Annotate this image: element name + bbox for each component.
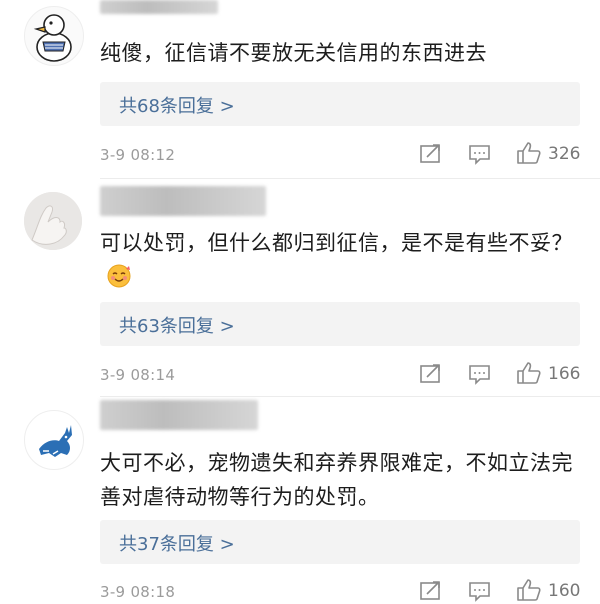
comment-icon <box>469 145 490 165</box>
like-button[interactable] <box>516 361 542 385</box>
like-button[interactable] <box>516 578 542 602</box>
replies-label: 共37条回复 > <box>119 534 235 555</box>
comment-1: 纯傻，征信请不要放无关信用的东西进去 共68条回复 > 3-9 08:12 32… <box>0 0 600 180</box>
comment-2: 可以处罚，但什么都归到征信，是不是有些不妥？ 共63条回复 > 3-9 08:1… <box>0 178 600 398</box>
avatar[interactable] <box>24 6 84 66</box>
hand-avatar-icon <box>24 192 82 250</box>
username-blurred[interactable] <box>100 0 218 14</box>
comment-button[interactable] <box>468 580 492 602</box>
replies-label: 共68条回复 > <box>119 96 235 117</box>
timestamp: 3-9 08:14 <box>100 366 176 384</box>
comment-text: 可以处罚，但什么都归到征信，是不是有些不妥？ <box>100 226 580 294</box>
like-count: 166 <box>548 364 581 384</box>
thumbs-up-icon <box>517 579 541 601</box>
repost-icon <box>420 144 440 163</box>
avatar[interactable] <box>24 410 84 470</box>
thumbs-up-icon <box>517 362 541 384</box>
repost-button[interactable] <box>419 580 443 602</box>
replies-link[interactable]: 共68条回复 > <box>100 82 580 126</box>
replies-link[interactable]: 共37条回复 > <box>100 520 580 564</box>
like-count: 160 <box>548 581 581 601</box>
like-button[interactable] <box>516 141 542 165</box>
replies-link[interactable]: 共63条回复 > <box>100 302 580 346</box>
goose-avatar-icon <box>33 14 72 62</box>
username-blurred[interactable] <box>100 186 266 216</box>
avatar[interactable] <box>24 192 82 250</box>
timestamp: 3-9 08:12 <box>100 146 176 164</box>
repost-icon <box>420 364 440 383</box>
like-count: 326 <box>548 144 581 164</box>
repost-button[interactable] <box>419 363 443 385</box>
replies-label: 共63条回复 > <box>119 316 235 337</box>
comment-button[interactable] <box>468 143 492 165</box>
comment-text: 大可不必，宠物遗失和弃养界限难定，不如立法完善对虐待动物等行为的处罚。 <box>100 451 573 509</box>
deer-avatar-icon <box>26 412 82 468</box>
comment-text: 纯傻，征信请不要放无关信用的东西进去 <box>100 41 487 65</box>
timestamp: 3-9 08:18 <box>100 583 176 601</box>
comment-button[interactable] <box>468 363 492 385</box>
comment-3: 大可不必，宠物遗失和弃养界限难定，不如立法完善对虐待动物等行为的处罚。 共37条… <box>0 396 600 604</box>
repost-icon <box>420 581 440 600</box>
repost-button[interactable] <box>419 143 443 165</box>
blush-emoji-icon <box>106 263 132 289</box>
comment-text-body: 可以处罚，但什么都归到征信，是不是有些不妥？ <box>100 231 573 255</box>
username-blurred[interactable] <box>100 400 258 430</box>
comment-icon <box>469 365 490 385</box>
thumbs-up-icon <box>517 142 541 164</box>
comment-icon <box>469 582 490 602</box>
